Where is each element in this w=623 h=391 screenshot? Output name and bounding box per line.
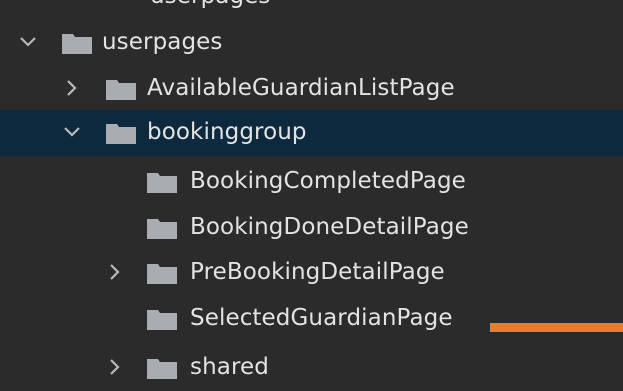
chevron-right-icon[interactable] xyxy=(60,76,84,100)
tree-item-label: userpages xyxy=(102,29,223,55)
tree-item-shared[interactable]: shared xyxy=(0,345,623,391)
chevron-down-icon[interactable] xyxy=(60,120,84,144)
folder-icon xyxy=(147,359,177,379)
tree-item-userpages[interactable]: userpages xyxy=(0,20,623,66)
folder-icon xyxy=(147,310,177,330)
tree-item-bookingdonedetailpage[interactable]: BookingDoneDetailPage xyxy=(0,205,623,251)
tree-item-label: bookinggroup xyxy=(147,119,307,145)
tree-item-label: PreBookingDetailPage xyxy=(190,259,445,285)
chevron-right-icon[interactable] xyxy=(103,355,127,379)
chevron-right-icon[interactable] xyxy=(103,260,127,284)
annotation-marker xyxy=(490,323,623,332)
folder-icon xyxy=(106,80,136,100)
tree-row-partial[interactable]: userpages xyxy=(0,0,623,20)
tree-item-label: shared xyxy=(190,354,269,380)
folder-icon xyxy=(147,264,177,284)
tree-item-label: SelectedGuardianPage xyxy=(190,305,453,331)
tree-item-selectedguardianpage[interactable]: SelectedGuardianPage xyxy=(0,296,623,342)
folder-icon xyxy=(147,219,177,239)
tree-item-label: userpages xyxy=(150,0,271,11)
folder-icon xyxy=(62,34,92,54)
tree-item-bookingcompletedpage[interactable]: BookingCompletedPage xyxy=(0,159,623,205)
folder-icon xyxy=(106,124,136,144)
tree-item-availableguardianlistpage[interactable]: AvailableGuardianListPage xyxy=(0,66,623,112)
tree-item-label: BookingCompletedPage xyxy=(190,168,466,194)
chevron-down-icon[interactable] xyxy=(16,30,40,54)
folder-icon xyxy=(147,173,177,193)
tree-item-label: AvailableGuardianListPage xyxy=(147,75,455,101)
project-tree: userpages userpages AvailableGuardianLis… xyxy=(0,0,623,391)
tree-item-bookinggroup[interactable]: bookinggroup xyxy=(0,110,623,156)
tree-item-prebookingdetailpage[interactable]: PreBookingDetailPage xyxy=(0,250,623,296)
tree-item-label: BookingDoneDetailPage xyxy=(190,214,469,240)
